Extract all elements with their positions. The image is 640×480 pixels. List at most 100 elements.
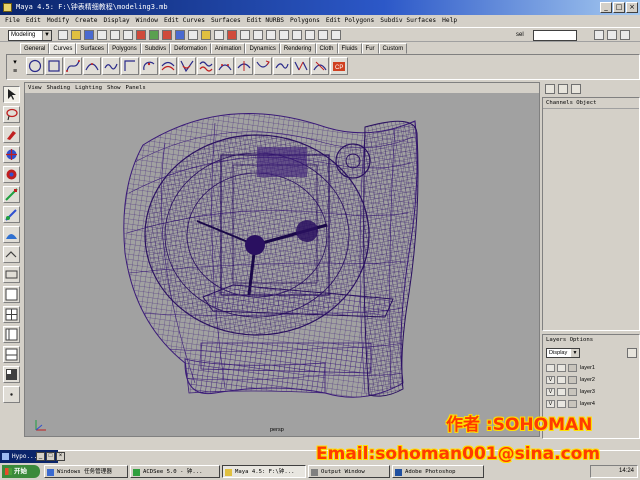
arc2-icon[interactable] <box>140 57 158 75</box>
layer-color-swatch[interactable] <box>568 400 577 408</box>
selection-input[interactable] <box>533 30 577 41</box>
mask-handles-icon[interactable] <box>136 30 146 40</box>
snap-plane-icon[interactable] <box>279 30 289 40</box>
layout-graph-icon[interactable] <box>3 346 20 363</box>
menu-edit[interactable]: Edit <box>26 15 41 27</box>
attach-icon[interactable] <box>292 57 310 75</box>
mask-surfaces-icon[interactable] <box>175 30 185 40</box>
attribute-mode-icon[interactable] <box>571 84 581 94</box>
shelf-tab-cloth[interactable]: Cloth <box>315 43 338 54</box>
save-scene-icon[interactable] <box>84 30 94 40</box>
last-tool-icon[interactable] <box>3 266 20 283</box>
cut-icon[interactable] <box>273 57 291 75</box>
channel-box-menu[interactable]: Channels Object <box>543 98 639 109</box>
snap-curve-icon[interactable] <box>253 30 263 40</box>
mode-selector[interactable]: Modeling ▼ <box>8 30 52 41</box>
layer-display-dropdown[interactable]: Display ▼ <box>546 348 580 358</box>
mask-deformations-icon[interactable] <box>188 30 198 40</box>
show-attribute-editor-icon[interactable] <box>594 30 604 40</box>
layer-template-toggle[interactable] <box>557 400 566 408</box>
reverse-icon[interactable] <box>254 57 272 75</box>
ep-curve-icon[interactable] <box>83 57 101 75</box>
ipr-render-icon[interactable] <box>318 30 328 40</box>
menu-polygons[interactable]: Polygons <box>290 15 320 27</box>
hypo-minimize-button[interactable]: _ <box>36 452 45 461</box>
insert-knot-icon[interactable] <box>235 57 253 75</box>
layer-visibility-toggle[interactable]: V <box>546 400 555 408</box>
layer-visibility-toggle[interactable]: V <box>546 376 555 384</box>
layer-row[interactable]: V layer2 <box>546 375 638 385</box>
soft-modification-icon[interactable] <box>3 226 20 243</box>
hypo-close-button[interactable]: × <box>56 452 65 461</box>
layers-menu[interactable]: Layers Options <box>543 335 639 345</box>
new-layer-icon[interactable] <box>627 348 637 358</box>
menu-create[interactable]: Create <box>75 15 97 27</box>
shelf-tab-custom[interactable]: Custom <box>378 43 408 54</box>
layer-template-toggle[interactable] <box>557 376 566 384</box>
task-task-manager[interactable]: Windows 任务管理器 <box>44 465 128 478</box>
select-hierarchy-icon[interactable] <box>97 30 107 40</box>
layout-four-icon[interactable] <box>3 306 20 323</box>
snap-point-icon[interactable] <box>266 30 276 40</box>
select-object-icon[interactable] <box>110 30 120 40</box>
menu-edit-nurbs[interactable]: Edit NURBS <box>247 15 284 27</box>
shelf-tab-curves[interactable]: Curves <box>49 43 77 54</box>
blend-icon[interactable] <box>197 57 215 75</box>
fillet-icon[interactable] <box>178 57 196 75</box>
shelf-tab-surfaces[interactable]: Surfaces <box>76 43 109 54</box>
lasso-tool-icon[interactable] <box>3 106 20 123</box>
layer-color-swatch[interactable] <box>568 364 577 372</box>
task-output-window[interactable]: Output Window <box>308 465 390 478</box>
hypo-maximize-button[interactable]: □ <box>46 452 55 461</box>
shelf-tab-dynamics[interactable]: Dynamics <box>245 43 280 54</box>
mask-joints-icon[interactable] <box>149 30 159 40</box>
mask-curves-icon[interactable] <box>162 30 172 40</box>
open-scene-icon[interactable] <box>71 30 81 40</box>
square-icon[interactable] <box>45 57 63 75</box>
task-acdsee[interactable]: ACDSee 5.0 - 钟... <box>130 465 220 478</box>
layout-hypershade-icon[interactable] <box>3 366 20 383</box>
menu-modify[interactable]: Modify <box>47 15 69 27</box>
task-photoshop[interactable]: Adobe Photoshop <box>392 465 484 478</box>
shelf-tab-animation[interactable]: Animation <box>210 43 246 54</box>
perspective-viewport[interactable]: View Shading Lighting Show Panels persp <box>24 82 540 437</box>
channel-box-mode-icon[interactable] <box>545 84 555 94</box>
shelf-tab-subdivs[interactable]: Subdivs <box>140 43 171 54</box>
select-tool-icon[interactable] <box>3 86 20 103</box>
viewport-menu-shading[interactable]: Shading <box>46 83 70 93</box>
rotate-tool-icon[interactable] <box>3 166 20 183</box>
menu-display[interactable]: Display <box>104 15 130 27</box>
mask-rendering-icon[interactable] <box>214 30 224 40</box>
shelf-tab-rendering[interactable]: Rendering <box>279 43 316 54</box>
cv-curve-icon[interactable] <box>64 57 82 75</box>
layer-template-toggle[interactable] <box>557 364 566 372</box>
render-globals-icon[interactable] <box>331 30 341 40</box>
viewport-canvas[interactable]: persp <box>25 93 539 436</box>
minimize-button[interactable]: _ <box>600 2 612 13</box>
layer-editor-mode-icon[interactable] <box>558 84 568 94</box>
menu-subdiv-surfaces[interactable]: Subdiv Surfaces <box>380 15 436 27</box>
shelf-tab-polygons[interactable]: Polygons <box>108 43 141 54</box>
viewport-menu-view[interactable]: View <box>28 83 41 93</box>
history-icon[interactable] <box>292 30 302 40</box>
shelf-tab-deformation[interactable]: Deformation <box>170 43 211 54</box>
layer-row[interactable]: V layer3 <box>546 387 638 397</box>
viewport-menu-lighting[interactable]: Lighting <box>75 83 102 93</box>
shelf-tab-fluids[interactable]: Fluids <box>337 43 362 54</box>
close-button[interactable]: × <box>626 2 638 13</box>
scale-tool-icon[interactable] <box>3 186 20 203</box>
layer-row[interactable]: layer1 <box>546 363 638 373</box>
layer-row[interactable]: V layer4 <box>546 399 638 409</box>
layout-menu-icon[interactable] <box>3 386 20 403</box>
universal-manipulator-icon[interactable] <box>3 206 20 223</box>
show-manipulator-icon[interactable] <box>3 246 20 263</box>
menu-edit-polygons[interactable]: Edit Polygons <box>326 15 374 27</box>
pencil-curve-icon[interactable] <box>102 57 120 75</box>
render-icon[interactable] <box>305 30 315 40</box>
arc-icon[interactable] <box>121 57 139 75</box>
viewport-menu-show[interactable]: Show <box>107 83 120 93</box>
offset-icon[interactable] <box>159 57 177 75</box>
task-maya[interactable]: Maya 4.5: F:\钟... <box>222 465 306 478</box>
move-tool-icon[interactable] <box>3 146 20 163</box>
shelf-menu-icon[interactable]: ▾ ≡ <box>11 58 19 76</box>
